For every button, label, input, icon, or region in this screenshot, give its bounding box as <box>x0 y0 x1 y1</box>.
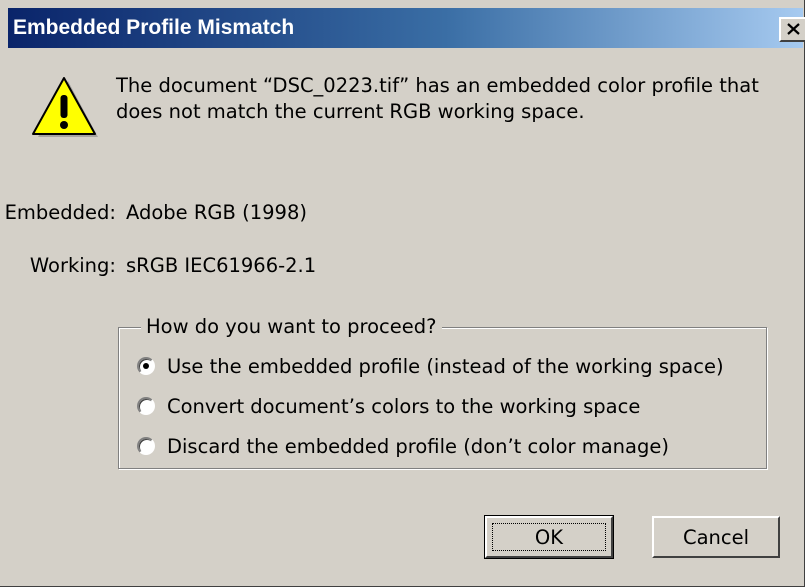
dialog-title: Embedded Profile Mismatch <box>13 16 295 39</box>
option-use-embedded[interactable]: Use the embedded profile (instead of the… <box>137 353 724 379</box>
cancel-button-label: Cancel <box>682 525 750 549</box>
message-line-2: does not match the current RGB working s… <box>116 100 585 123</box>
close-x-icon <box>787 23 800 35</box>
embedded-value: Adobe RGB (1998) <box>126 201 307 224</box>
option-convert-label[interactable]: Convert document’s colors to the working… <box>167 395 640 418</box>
warning-triangle-icon <box>32 77 98 137</box>
close-button[interactable] <box>779 17 805 42</box>
focus-rect <box>492 523 606 551</box>
radio-use-embedded[interactable] <box>137 357 155 375</box>
option-use-embedded-label[interactable]: Use the embedded profile (instead of the… <box>167 355 724 378</box>
title-bar[interactable]: Embedded Profile Mismatch <box>8 8 805 48</box>
embedded-profile-row: Embedded: Adobe RGB (1998) <box>0 201 307 225</box>
option-discard-label[interactable]: Discard the embedded profile (don’t colo… <box>167 435 669 458</box>
embedded-label: Embedded: <box>4 201 116 224</box>
mismatch-message: The document “DSC_0223.tif” has an embed… <box>116 73 805 125</box>
working-label: Working: <box>29 254 116 277</box>
working-profile-row: Working: sRGB IEC61966-2.1 <box>0 254 316 278</box>
radio-discard[interactable] <box>137 437 155 455</box>
message-line-1: The document “DSC_0223.tif” has an embed… <box>116 74 759 97</box>
working-value: sRGB IEC61966-2.1 <box>126 254 317 277</box>
option-convert[interactable]: Convert document’s colors to the working… <box>137 393 640 419</box>
option-discard[interactable]: Discard the embedded profile (don’t colo… <box>137 433 669 459</box>
cancel-button[interactable]: Cancel <box>652 516 780 558</box>
ok-button[interactable]: OK <box>484 515 614 559</box>
profile-mismatch-dialog: Embedded Profile Mismatch The document “… <box>0 0 805 587</box>
radio-convert[interactable] <box>137 397 155 415</box>
proceed-group-title: How do you want to proceed? <box>141 314 442 340</box>
